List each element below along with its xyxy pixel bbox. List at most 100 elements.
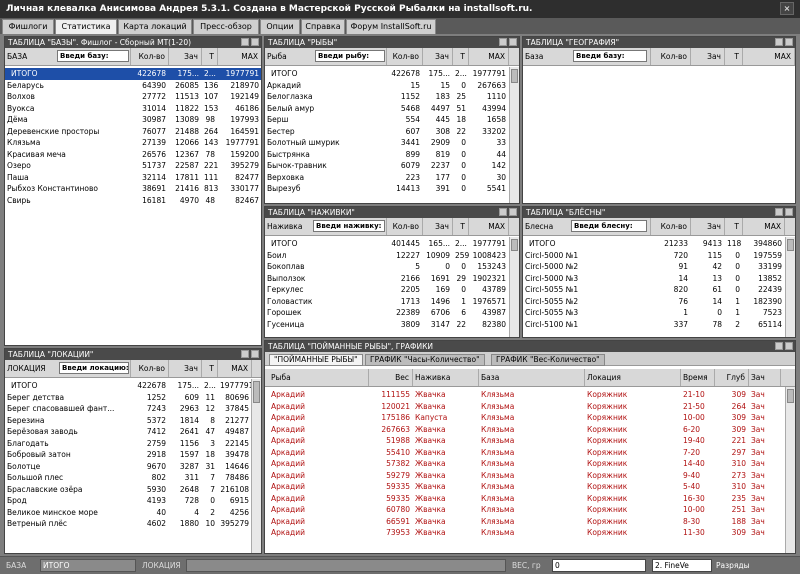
table-row[interactable]: Бокоплав 5 0 0 153243: [265, 261, 519, 273]
table-row[interactable]: Большой плес 802 311 7 78486: [5, 472, 261, 484]
col-max[interactable]: MAX: [743, 218, 785, 235]
restore-icon[interactable]: [775, 38, 783, 46]
col-credited[interactable]: Зач: [691, 48, 725, 65]
tab-hours-chart[interactable]: ГРАФИК "Часы-Количество": [365, 354, 485, 366]
col-max[interactable]: MAX: [743, 48, 795, 65]
table-row[interactable]: Аркадий 59335 Жвачка Клязьма Коряжник 5-40 310…: [265, 481, 795, 493]
table-row[interactable]: Circl-5000 №2 91 42 0 33199: [523, 261, 795, 273]
close-icon[interactable]: [785, 208, 793, 216]
col-count[interactable]: Кол-во: [651, 218, 691, 235]
col-depth[interactable]: Глуб: [715, 369, 749, 386]
table-row[interactable]: Боил 12227 10909 259 1008423: [265, 250, 519, 262]
col-count[interactable]: Кол-во: [387, 48, 423, 65]
col-count[interactable]: Кол-во: [131, 360, 169, 377]
restore-icon[interactable]: [775, 208, 783, 216]
restore-icon[interactable]: [775, 342, 783, 350]
table-row[interactable]: Красивая меча 26576 12367 78 159200: [5, 149, 261, 161]
col-max[interactable]: MAX: [218, 360, 252, 377]
table-row[interactable]: Circl-5055 №1 820 61 0 22439: [523, 284, 795, 296]
table-row[interactable]: ИТОГО 422678 175... 2... 1977791: [5, 380, 261, 392]
table-row[interactable]: Circl-5100 №1 337 78 2 65114: [523, 319, 795, 331]
table-row[interactable]: Circl-5000 №1 720 115 0 197559: [523, 250, 795, 262]
table-row[interactable]: Белоглазка 1152 183 25 1110: [265, 91, 519, 103]
table-row[interactable]: Аркадий 57382 Жвачка Клязьма Коряжник 14-40 31…: [265, 458, 795, 470]
close-icon[interactable]: [509, 208, 517, 216]
table-row[interactable]: Аркадий 66591 Жвачка Клязьма Коряжник 8-30 188…: [265, 516, 795, 528]
col-t[interactable]: Т: [453, 48, 469, 65]
col-bait[interactable]: Наживка: [413, 369, 479, 386]
table-row[interactable]: Берш 554 445 18 1658: [265, 114, 519, 126]
table-row[interactable]: Беларусь 64390 26085 136 218970: [5, 80, 261, 92]
bait-filter-input[interactable]: Введи наживку:: [313, 220, 385, 232]
table-row[interactable]: Аркадий 267663 Жвачка Клязьма Коряжник 6-20 30…: [265, 424, 795, 436]
scroll-thumb[interactable]: [253, 381, 260, 403]
table-row[interactable]: Circl-5000 №3 14 13 0 13852: [523, 273, 795, 285]
col-count[interactable]: Кол-во: [651, 48, 691, 65]
restore-icon[interactable]: [241, 350, 249, 358]
table-row[interactable]: ИТОГО 422678 175... 2... 1977791: [265, 68, 519, 80]
fish-filter-input[interactable]: Введи рыбу:: [315, 50, 385, 62]
scroll-thumb[interactable]: [787, 239, 794, 251]
col-credited[interactable]: Зач: [749, 369, 781, 386]
table-row[interactable]: Клязьма 27139 12066 143 1977791: [5, 137, 261, 149]
table-row[interactable]: Выползок 2166 1691 29 1902321: [265, 273, 519, 285]
table-row[interactable]: Circl-5055 №3 1 0 1 7523: [523, 307, 795, 319]
table-row[interactable]: Великое минское море 40 4 2 4256: [5, 507, 261, 519]
col-t[interactable]: Т: [202, 360, 218, 377]
tab-fishlogs[interactable]: Фишлоги: [2, 19, 54, 34]
base-filter-input[interactable]: Введи базу:: [57, 50, 129, 62]
table-row[interactable]: Вырезуб 14413 391 0 5541: [265, 183, 519, 195]
table-row[interactable]: Волхов 27772 11513 107 192149: [5, 91, 261, 103]
col-credited[interactable]: Зач: [423, 218, 453, 235]
col-credited[interactable]: Зач: [691, 218, 725, 235]
col-time[interactable]: Время: [681, 369, 715, 386]
table-row[interactable]: Аркадий 175186 Капуста Клязьма Коряжник 10-00…: [265, 412, 795, 424]
table-row[interactable]: Circl-5055 №2 76 14 1 182390: [523, 296, 795, 308]
scroll-thumb[interactable]: [511, 239, 518, 251]
col-weight[interactable]: Вес: [369, 369, 413, 386]
col-base[interactable]: База: [479, 369, 585, 386]
table-row[interactable]: Аркадий 59279 Жвачка Клязьма Коряжник 9-40 273…: [265, 470, 795, 482]
baits-scrollbar[interactable]: [509, 237, 519, 337]
tab-help[interactable]: Справка: [301, 19, 345, 34]
table-row[interactable]: Аркадий 51988 Жвачка Клязьма Коряжник 19-40 22…: [265, 435, 795, 447]
table-row[interactable]: Благодать 2759 1156 3 22145: [5, 438, 261, 450]
restore-icon[interactable]: [499, 38, 507, 46]
table-row[interactable]: Свирь 16181 4970 48 82467: [5, 195, 261, 207]
table-row[interactable]: Гусеница 3809 3147 22 82380: [265, 319, 519, 331]
table-row[interactable]: Белый амур 5468 4497 51 43994: [265, 103, 519, 115]
weight-input[interactable]: 0: [552, 559, 646, 572]
col-t[interactable]: Т: [453, 218, 469, 235]
tab-location-map[interactable]: Карта локаций: [118, 19, 192, 34]
location-filter-input[interactable]: Введи локацию:: [59, 362, 129, 374]
fish-scrollbar[interactable]: [509, 67, 519, 203]
table-row[interactable]: Ветреный плёс 4602 1880 10 395279: [5, 518, 261, 530]
table-row[interactable]: Деревенские просторы 76077 21488 264 164591: [5, 126, 261, 138]
table-row[interactable]: Рыбхоз Константиново 38691 21416 813 330177: [5, 183, 261, 195]
col-t[interactable]: Т: [725, 218, 743, 235]
table-row[interactable]: Озеро 51737 22587 221 395279: [5, 160, 261, 172]
tab-statistics[interactable]: Статистика: [55, 19, 117, 34]
table-row[interactable]: Берег спасовавшей фант... 7243 2963 12 37845: [5, 403, 261, 415]
close-icon[interactable]: ×: [780, 2, 794, 15]
scroll-thumb[interactable]: [787, 389, 794, 403]
tab-weight-chart[interactable]: ГРАФИК "Вес-Количество": [491, 354, 605, 366]
restore-icon[interactable]: [499, 208, 507, 216]
table-row[interactable]: Берёзовая заводь 7412 2641 47 49487: [5, 426, 261, 438]
col-count[interactable]: Кол-во: [131, 48, 169, 65]
tab-press-review[interactable]: Пресс-обзор: [193, 19, 259, 34]
table-row[interactable]: ИТОГО 422678 175... 2... 1977791: [5, 68, 261, 80]
table-row[interactable]: Аркадий 73953 Жвачка Клязьма Коряжник 11-30 30…: [265, 527, 795, 539]
table-row[interactable]: Дёма 30987 13089 98 197993: [5, 114, 261, 126]
table-row[interactable]: Горошек 22389 6706 6 43987: [265, 307, 519, 319]
table-row[interactable]: Аркадий 60780 Жвачка Клязьма Коряжник 10-00 25…: [265, 504, 795, 516]
col-t[interactable]: Т: [202, 48, 218, 65]
table-row[interactable]: ИТОГО 21233 9413 118 394860: [523, 238, 795, 250]
tab-forum[interactable]: Форум InstallSoft.ru: [346, 19, 436, 34]
col-max[interactable]: MAX: [218, 48, 261, 65]
table-row[interactable]: Аркадий 55410 Жвачка Клязьма Коряжник 7-20 297…: [265, 447, 795, 459]
col-credited[interactable]: Зач: [169, 360, 202, 377]
col-location[interactable]: Локация: [585, 369, 681, 386]
col-count[interactable]: Кол-во: [387, 218, 423, 235]
close-icon[interactable]: [251, 350, 259, 358]
